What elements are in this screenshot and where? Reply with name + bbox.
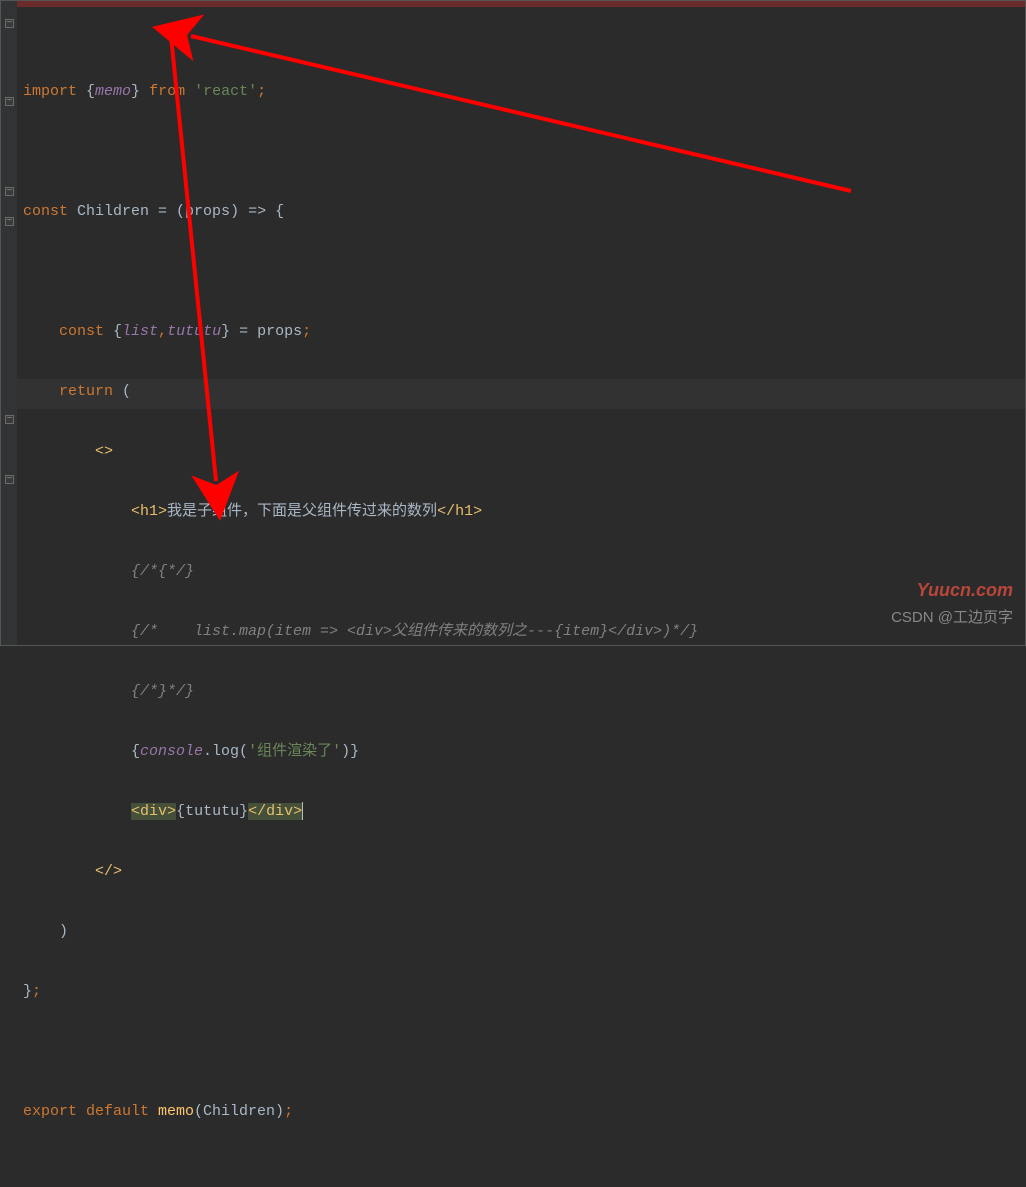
code-content: import {memo} from 'react'; const Childr… bbox=[23, 47, 1025, 1157]
code-editor[interactable]: import {memo} from 'react'; const Childr… bbox=[1, 7, 1025, 1187]
text-cursor bbox=[302, 802, 303, 820]
